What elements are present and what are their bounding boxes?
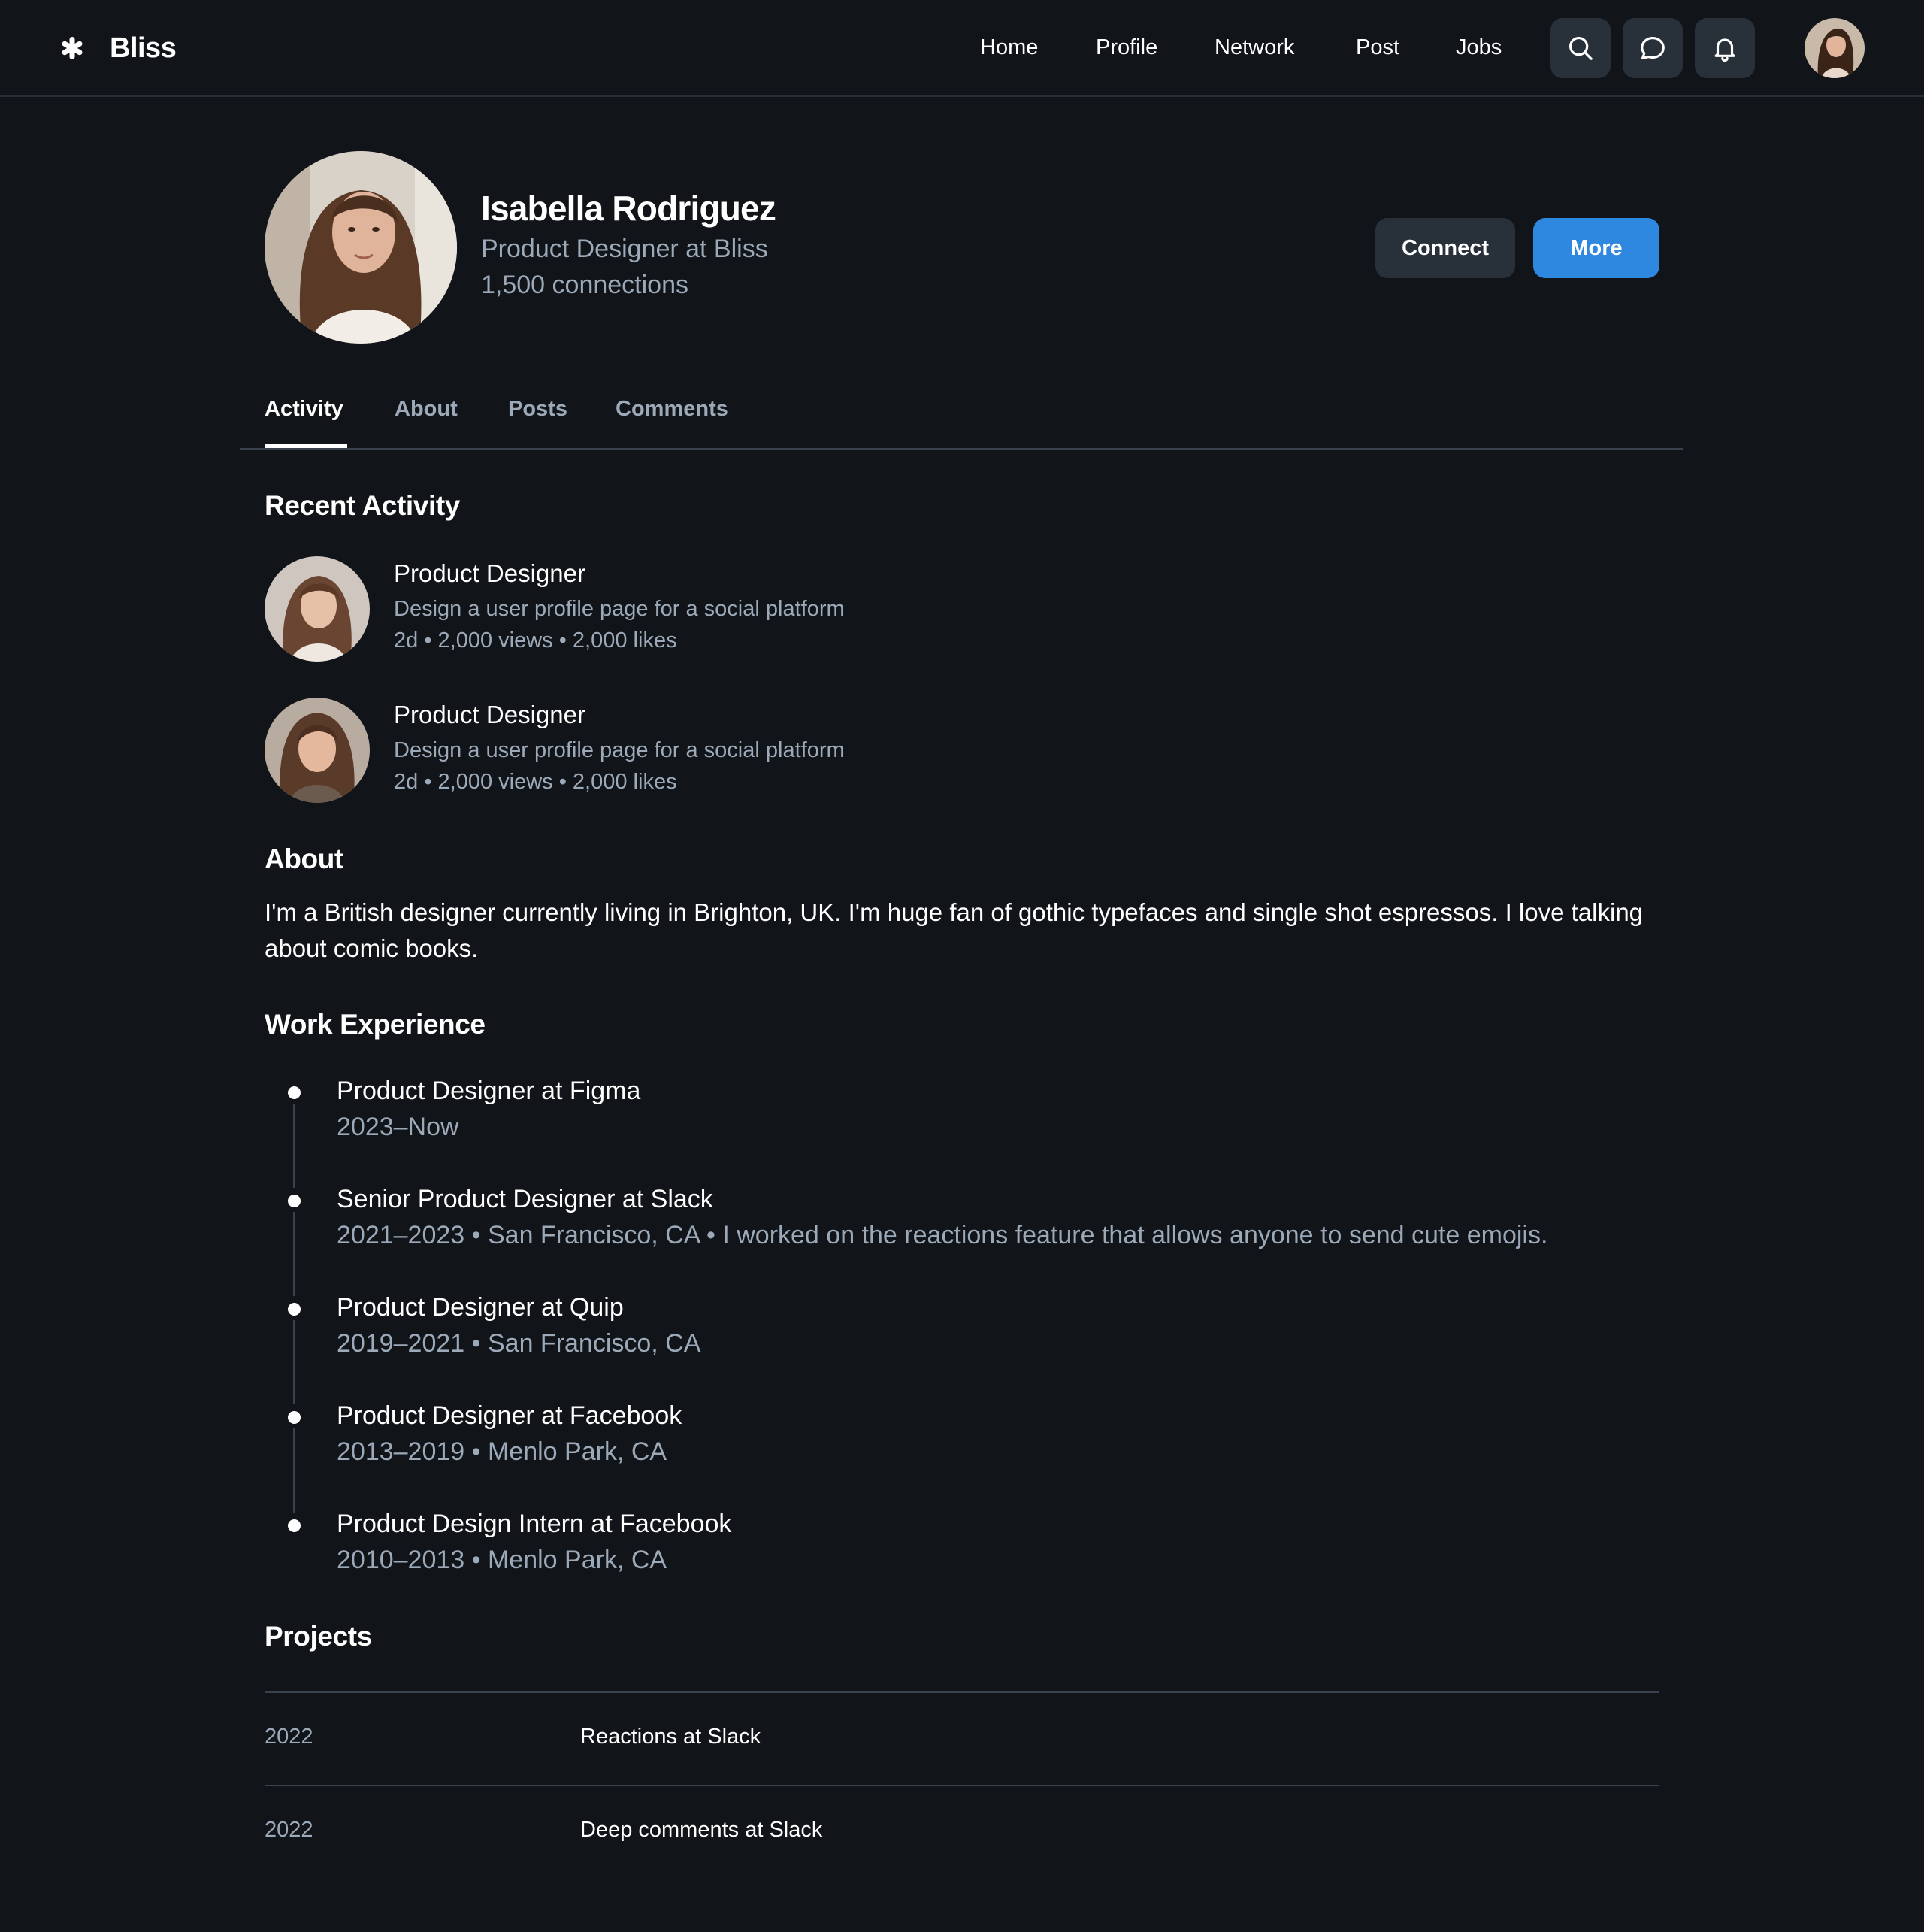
- activity-photo: [265, 698, 370, 803]
- activity-avatar: [265, 556, 370, 662]
- profile-tabs: Activity About Posts Comments: [240, 379, 1684, 450]
- profile-name: Isabella Rodriguez: [481, 189, 776, 228]
- experience-details: 2023–Now: [337, 1113, 459, 1141]
- timeline-dot: [288, 1195, 301, 1207]
- profile-connections[interactable]: 1,500 connections: [481, 271, 688, 300]
- activity-title: Product Designer: [394, 559, 585, 587]
- projects-heading: Projects: [265, 1621, 372, 1652]
- profile-avatar: [265, 151, 457, 344]
- timeline-connector: [293, 1104, 295, 1188]
- connect-button[interactable]: Connect: [1375, 218, 1515, 278]
- activity-title: Product Designer: [394, 701, 585, 728]
- active-tab-indicator: [265, 444, 347, 448]
- nav-item-home[interactable]: Home: [980, 32, 1038, 62]
- experience-details: 2021–2023 • San Francisco, CA • I worked…: [337, 1221, 1548, 1249]
- activity-item[interactable]: Product Designer Design a user profile p…: [265, 556, 1317, 662]
- nav-item-network[interactable]: Network: [1215, 32, 1294, 62]
- experience-title: Product Designer at Figma: [337, 1077, 641, 1105]
- about-text: I'm a British designer currently living …: [265, 898, 1644, 962]
- recent-activity-heading: Recent Activity: [265, 490, 460, 521]
- project-row[interactable]: 2022 Reactions at Slack: [265, 1691, 1659, 1785]
- timeline-dot: [288, 1086, 301, 1099]
- project-name[interactable]: Reactions at Slack: [580, 1725, 761, 1749]
- search-icon: [1569, 36, 1593, 60]
- activity-description: Design a user profile page for a social …: [394, 597, 845, 621]
- activity-item[interactable]: Product Designer Design a user profile p…: [265, 698, 1317, 803]
- nav-item-post[interactable]: Post: [1356, 32, 1399, 62]
- account-avatar[interactable]: [1805, 18, 1865, 78]
- timeline-dot: [288, 1411, 301, 1424]
- profile-job-title: Product Designer at Bliss: [481, 235, 768, 263]
- timeline-dot: [288, 1303, 301, 1316]
- tab-activity[interactable]: Activity: [265, 394, 343, 424]
- activity-avatar: [265, 698, 370, 803]
- nav-item-jobs[interactable]: Jobs: [1456, 32, 1502, 62]
- bell-icon: [1714, 38, 1735, 62]
- experience-details: 2019–2021 • San Francisco, CA: [337, 1329, 701, 1358]
- nav-item-profile[interactable]: Profile: [1096, 32, 1157, 62]
- notifications-button[interactable]: [1695, 18, 1755, 78]
- project-year: 2022: [265, 1725, 313, 1749]
- search-button[interactable]: [1550, 18, 1611, 78]
- activity-description: Design a user profile page for a social …: [394, 738, 845, 762]
- top-navigation-bar: Bliss Home Profile Network Post Jobs: [0, 0, 1924, 97]
- experience-details: 2010–2013 • Menlo Park, CA: [337, 1546, 667, 1574]
- experience-title: Product Designer at Facebook: [337, 1401, 682, 1430]
- timeline-dot: [288, 1519, 301, 1532]
- chat-bubble-icon: [1641, 36, 1665, 60]
- account-avatar-image: [1805, 18, 1865, 78]
- experience-title: Product Design Intern at Facebook: [337, 1510, 732, 1538]
- tab-about[interactable]: About: [395, 394, 458, 424]
- project-name[interactable]: Deep comments at Slack: [580, 1818, 822, 1843]
- messages-button[interactable]: [1623, 18, 1683, 78]
- timeline-connector: [293, 1428, 295, 1513]
- project-year: 2022: [265, 1818, 313, 1842]
- tab-posts[interactable]: Posts: [508, 394, 567, 424]
- experience-title: Product Designer at Quip: [337, 1293, 624, 1322]
- more-button[interactable]: More: [1533, 218, 1659, 278]
- timeline-connector: [293, 1212, 295, 1296]
- profile-photo: [265, 151, 457, 344]
- work-experience-heading: Work Experience: [265, 1009, 486, 1040]
- experience-details: 2013–2019 • Menlo Park, CA: [337, 1437, 667, 1466]
- activity-photo: [265, 556, 370, 662]
- experience-title: Senior Product Designer at Slack: [337, 1185, 713, 1213]
- about-heading: About: [265, 843, 343, 874]
- tab-comments[interactable]: Comments: [616, 394, 728, 424]
- activity-meta: 2d • 2,000 views • 2,000 likes: [394, 628, 677, 653]
- project-row[interactable]: 2022 Deep comments at Slack: [265, 1785, 1659, 1878]
- activity-meta: 2d • 2,000 views • 2,000 likes: [394, 770, 677, 794]
- timeline-connector: [293, 1320, 295, 1404]
